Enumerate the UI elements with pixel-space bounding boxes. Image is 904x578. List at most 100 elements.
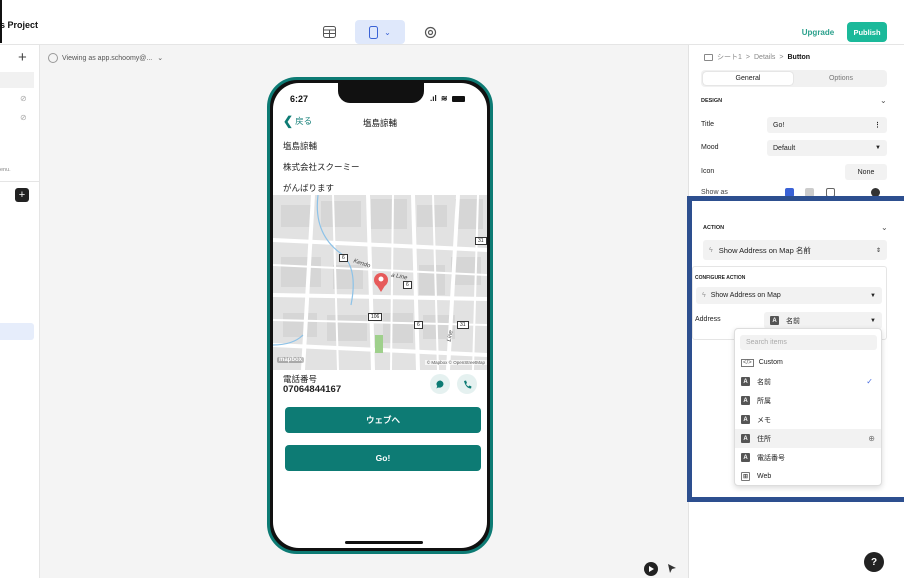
show-as-option-2[interactable]	[805, 188, 814, 197]
dropdown-item-label: 所属	[757, 397, 771, 405]
code-icon: </>	[741, 358, 754, 367]
caret-down-icon: ▼	[870, 292, 876, 299]
phone-number: 07064844167	[283, 384, 342, 395]
table-view-button[interactable]	[318, 20, 340, 44]
dropdown-item-label: Web	[757, 473, 772, 480]
breadcrumb-button: Button	[787, 53, 811, 61]
road-shield: 6	[403, 281, 412, 289]
add-screen-button[interactable]: +	[15, 188, 29, 202]
title-label: Title	[701, 121, 714, 128]
selected-row[interactable]	[0, 72, 34, 88]
text-type-icon: A	[770, 316, 779, 325]
chevron-left-icon: ❮	[283, 114, 294, 128]
show-as-option-3[interactable]	[826, 188, 835, 197]
wifi-icon: ≋	[440, 94, 448, 103]
phone-icon	[369, 25, 379, 39]
tab-bar: General Options	[701, 70, 887, 87]
project-name[interactable]: s Project	[0, 20, 38, 30]
design-collapse-icon[interactable]: ⌄	[880, 96, 887, 105]
road-shield: 6	[339, 254, 348, 262]
lightning-icon: ϟ	[709, 246, 713, 254]
status-icons: .ıl ≋	[430, 94, 465, 103]
map[interactable]: Kendo a Line Line 6 6 31 106 6 31 mapbox…	[273, 195, 487, 370]
title-input[interactable]: Go! ⋮	[767, 117, 887, 133]
check-icon: ✓	[866, 377, 873, 386]
show-as-label: Show as	[701, 189, 728, 196]
status-time: 6:27	[290, 94, 309, 104]
map-attribution[interactable]: © Mapbox © OpenStreetMap	[424, 360, 487, 365]
text-type-icon: A	[741, 396, 750, 405]
breadcrumb-sheet[interactable]: シート1	[717, 52, 742, 62]
viewing-as-selector[interactable]: Viewing as app.schoomy@... ⌄	[48, 53, 163, 63]
selected-item[interactable]	[0, 323, 34, 340]
add-button[interactable]: +	[18, 49, 27, 66]
tab-options[interactable]: Options	[797, 72, 885, 85]
dropdown-item-web[interactable]: ⊞ Web	[735, 467, 881, 486]
dropdown-item-memo[interactable]: A メモ	[735, 410, 881, 429]
go-button[interactable]: Go!	[285, 445, 481, 471]
action-value: Show Address on Map 名前	[718, 245, 811, 255]
chevron-down-icon: ⌄	[157, 55, 164, 62]
dropdown-item-affiliation[interactable]: A 所属	[735, 391, 881, 410]
dropdown-list: </> Custom A 名前 ✓ A 所属 A メモ A 住所 ⊕ A 電話番…	[735, 353, 881, 486]
table-icon	[322, 26, 336, 38]
icon-select[interactable]: None	[845, 164, 887, 180]
tab-general[interactable]: General	[703, 72, 793, 85]
eye-off-icon[interactable]: ⊘	[20, 113, 27, 122]
cursor-icon[interactable]	[667, 563, 677, 575]
configure-action-select[interactable]: ϟ Show Address on Map ▼	[696, 287, 882, 304]
note-text: がんばります	[283, 183, 335, 193]
breadcrumb-details[interactable]: Details	[754, 54, 775, 61]
back-label: 戻る	[295, 116, 313, 126]
mood-value: Default	[773, 144, 796, 152]
add-circle-icon[interactable]: ⊕	[868, 434, 875, 443]
dropdown-item-label: Custom	[758, 359, 783, 366]
menu-hint: enu.	[0, 167, 11, 173]
right-panel: シート1 > Details > Button General Options …	[687, 45, 904, 578]
help-button[interactable]: ?	[864, 552, 884, 572]
road-shield: 31	[457, 321, 469, 329]
dropdown-item-label: 住所	[757, 435, 771, 443]
web-button[interactable]: ウェブへ	[285, 407, 481, 433]
signal-icon: .ıl	[430, 94, 437, 103]
action-collapse-icon[interactable]: ⌄	[881, 223, 888, 232]
show-as-option-1[interactable]	[785, 188, 794, 197]
search-items-input[interactable]: Search items	[740, 335, 877, 350]
publish-button[interactable]: Publish	[847, 22, 887, 42]
phone-view-button[interactable]: ⌄	[355, 20, 405, 44]
call-button[interactable]	[457, 374, 477, 394]
title-value: Go!	[773, 121, 785, 129]
link-type-icon: ⊞	[741, 472, 750, 481]
address-select[interactable]: A 名前 ▼	[764, 312, 882, 329]
play-button[interactable]	[644, 562, 658, 576]
gear-icon	[424, 26, 436, 38]
breadcrumb: シート1 > Details > Button	[704, 52, 810, 62]
updown-icon: ⇕	[875, 247, 881, 254]
dropdown-item-phone[interactable]: A 電話番号	[735, 448, 881, 467]
company-text: 株式会社スクーミー	[283, 162, 360, 172]
name-text: 塩島諒輔	[283, 141, 318, 151]
settings-view-button[interactable]	[419, 20, 441, 44]
dropdown-item-custom[interactable]: </> Custom	[735, 353, 881, 372]
mood-select[interactable]: Default ▼	[767, 140, 887, 156]
user-icon	[48, 53, 58, 63]
breadcrumb-separator: >	[745, 53, 750, 61]
show-as-option-4[interactable]	[871, 188, 880, 197]
address-label: Address	[695, 316, 721, 323]
design-header: DESIGN	[701, 98, 723, 104]
back-button[interactable]: ❮ 戻る	[283, 114, 312, 128]
more-icon[interactable]: ⋮	[874, 121, 881, 129]
dropdown-item-name[interactable]: A 名前 ✓	[735, 372, 881, 391]
message-button[interactable]	[430, 374, 450, 394]
dropdown-item-label: 名前	[757, 378, 771, 386]
dropdown-item-label: 電話番号	[757, 454, 785, 462]
eye-off-icon[interactable]: ⊘	[20, 94, 27, 103]
divider	[0, 181, 40, 182]
dropdown-item-address[interactable]: A 住所 ⊕	[735, 429, 881, 448]
phone-notch	[338, 83, 424, 103]
play-icon	[649, 566, 654, 572]
text-type-icon: A	[741, 453, 750, 462]
upgrade-button[interactable]: Upgrade	[795, 22, 841, 42]
action-select[interactable]: ϟ Show Address on Map 名前 ⇕	[703, 240, 887, 260]
chevron-down-icon: ⌄	[384, 27, 391, 37]
